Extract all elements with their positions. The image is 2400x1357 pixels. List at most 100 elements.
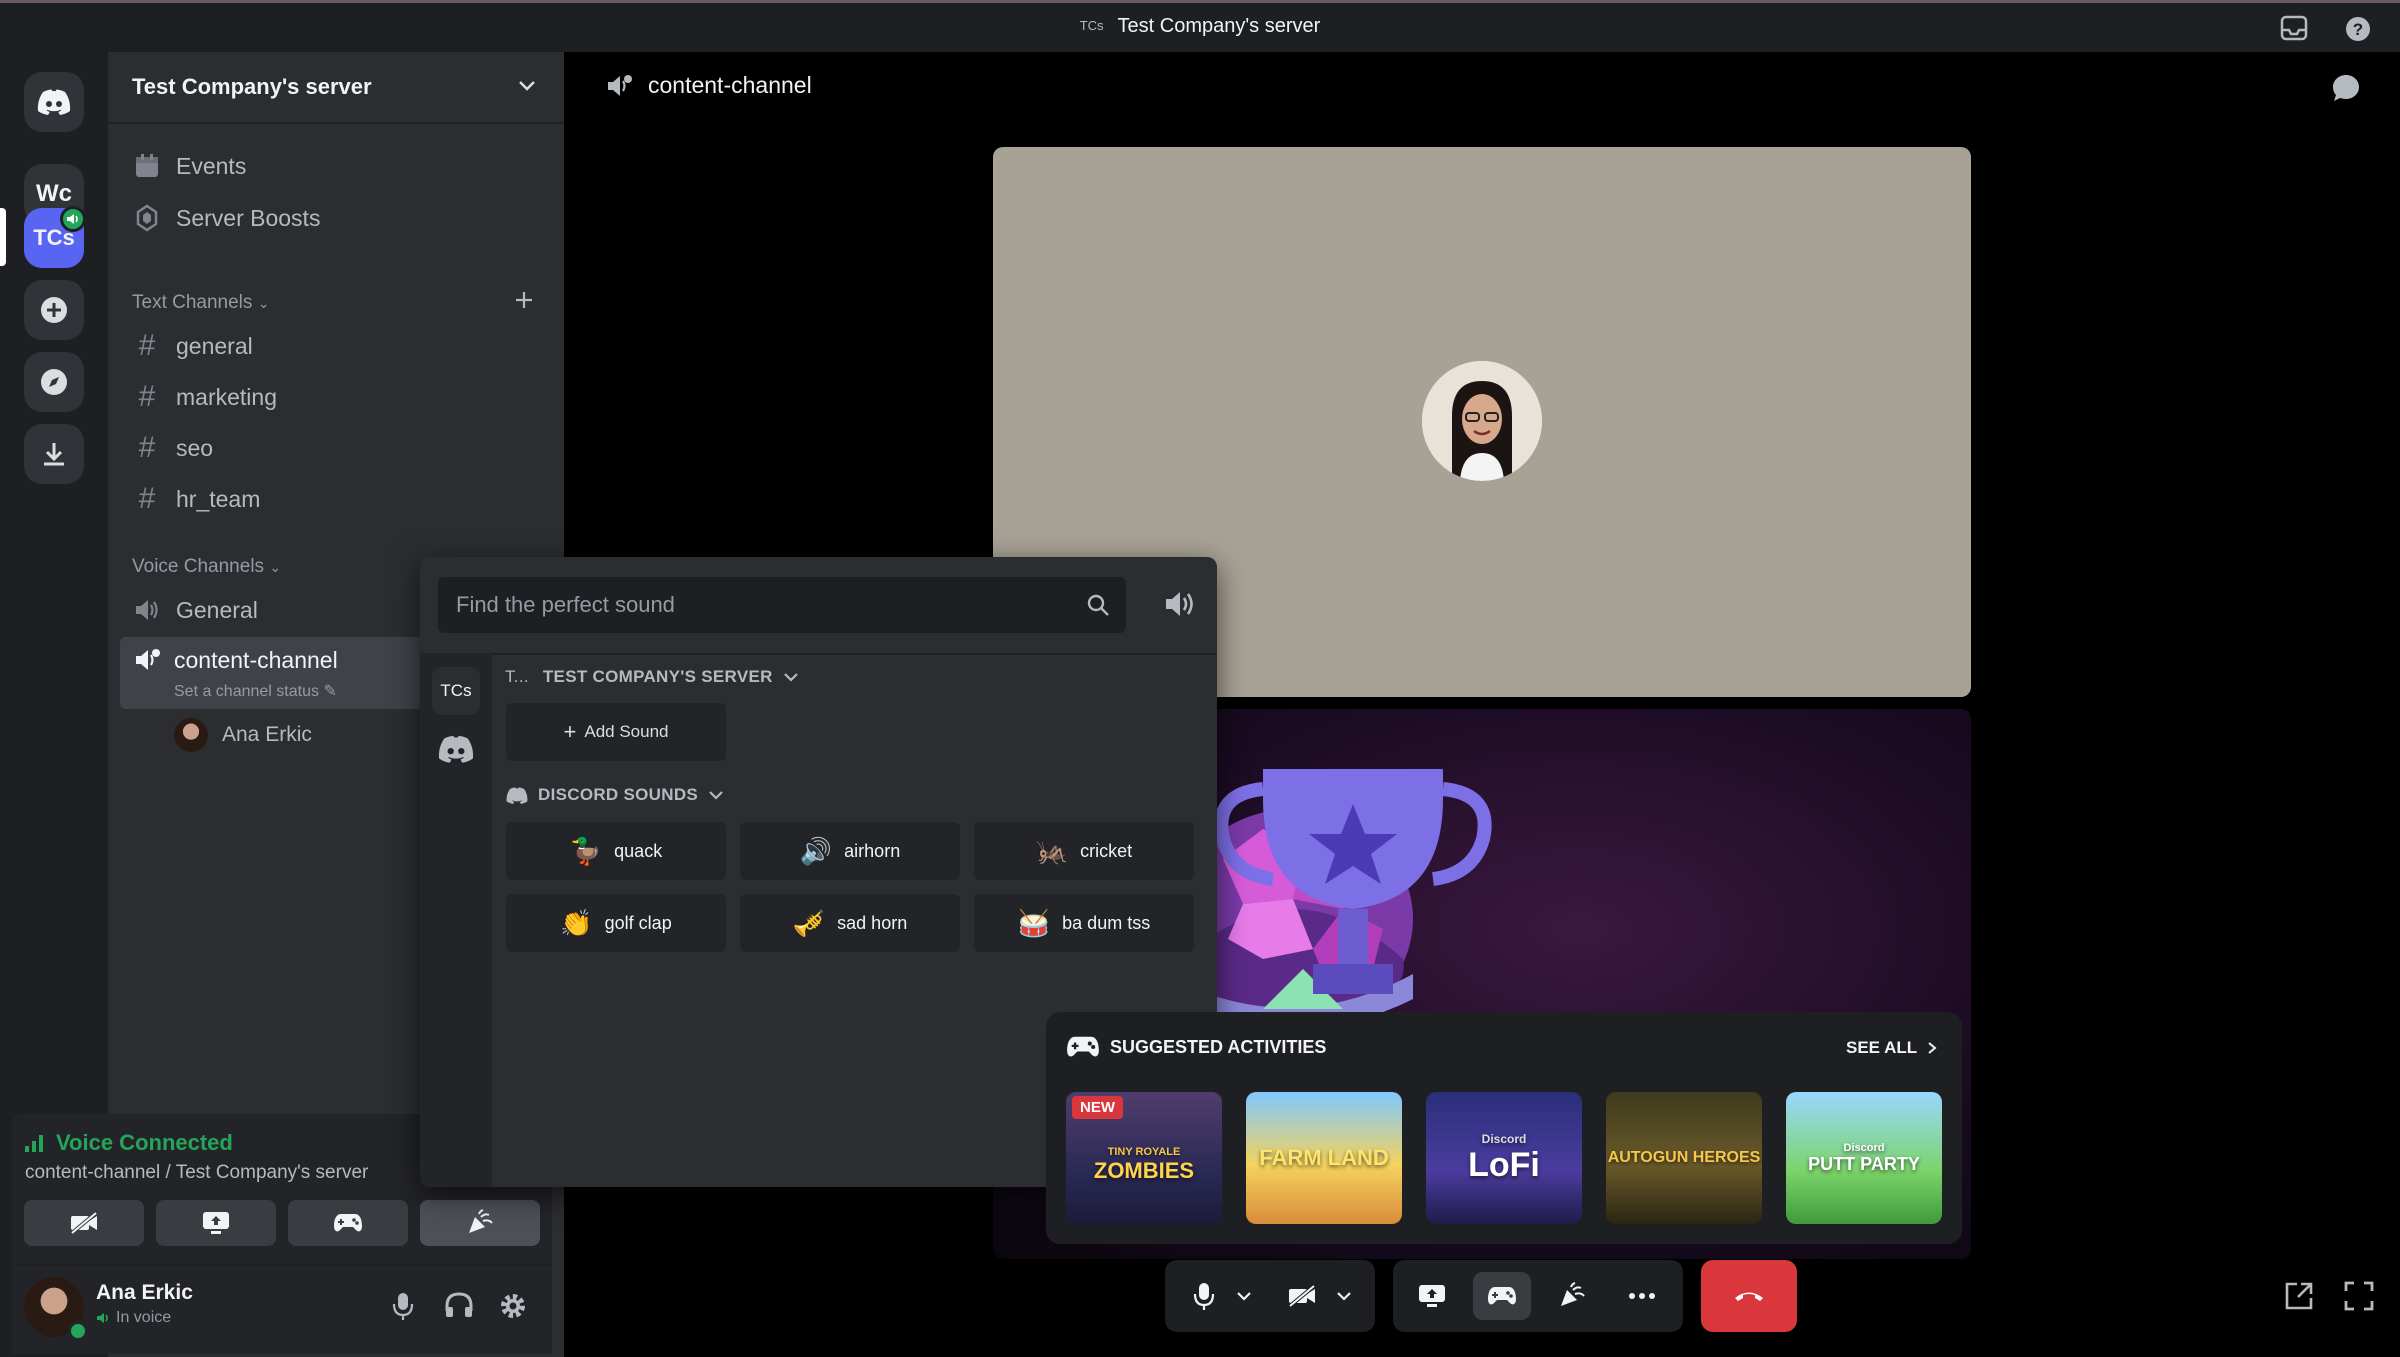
server-sounds-tab-label: TCs: [440, 681, 472, 700]
activities-button[interactable]: [1473, 1272, 1531, 1320]
activity-card-autogun-heroes[interactable]: AUTOGUN HEROES: [1606, 1092, 1762, 1224]
duck-icon: 🦆: [569, 835, 603, 866]
download-apps-button[interactable]: [24, 424, 84, 484]
volume-icon[interactable]: [1164, 589, 1198, 619]
channel-seo-label: seo: [176, 434, 214, 461]
camera-options-button[interactable]: [1329, 1272, 1359, 1320]
channel-general-label: general: [176, 332, 253, 359]
server-sounds-section-header[interactable]: T... TEST COMPANY'S SERVER: [505, 667, 799, 687]
camera-off-icon: [1287, 1284, 1317, 1308]
activities-header: SUGGESTED ACTIVITIES: [1066, 1034, 1326, 1060]
sound-golf-clap-button[interactable]: 👏 golf clap: [506, 894, 726, 952]
discord-home-button[interactable]: [24, 72, 84, 132]
titlebar-title: Test Company's server: [1117, 15, 1321, 37]
activity-card-lofi[interactable]: Discord LoFi: [1426, 1092, 1582, 1224]
channel-hr-team-label: hr_team: [176, 485, 261, 512]
gear-icon[interactable]: [498, 1291, 528, 1321]
see-all-link[interactable]: SEE ALL: [1846, 1038, 1937, 1058]
more-options-button[interactable]: [1613, 1272, 1671, 1320]
add-channel-icon[interactable]: [514, 290, 534, 310]
share-screen-button[interactable]: [156, 1200, 276, 1246]
plus-icon: +: [563, 719, 577, 744]
search-icon[interactable]: [1086, 593, 1110, 617]
mic-options-button[interactable]: [1229, 1272, 1259, 1320]
channel-marketing[interactable]: # marketing: [132, 375, 277, 419]
voice-location-label[interactable]: content-channel / Test Company's server: [25, 1162, 368, 1184]
speaker-activity-icon: [606, 73, 634, 99]
sound-sad-horn-button[interactable]: 🎺 sad horn: [740, 894, 960, 952]
sound-golf-clap-label: golf clap: [604, 912, 672, 933]
voice-status-row[interactable]: Voice Connected: [24, 1130, 233, 1156]
disconnect-button[interactable]: [1701, 1260, 1797, 1332]
participant-avatar: [1422, 361, 1542, 481]
chevron-down-icon: [1336, 1291, 1352, 1301]
sound-airhorn-label: airhorn: [844, 840, 901, 861]
sound-cricket-label: cricket: [1080, 840, 1133, 861]
activity-card-zombies[interactable]: NEW TINY ROYALE ZOMBIES: [1066, 1092, 1222, 1224]
server-tcs-button[interactable]: TCs: [24, 206, 86, 268]
text-channels-category[interactable]: Text Channels ⌄: [132, 292, 269, 314]
activity-card-putt-party[interactable]: Discord PUTT PARTY: [1786, 1092, 1942, 1224]
voice-channel-general[interactable]: General: [132, 588, 258, 632]
activities-button[interactable]: [288, 1200, 408, 1246]
channel-hr-team[interactable]: # hr_team: [132, 477, 261, 521]
sound-search-input[interactable]: [456, 577, 1056, 633]
events-item[interactable]: Events: [132, 144, 246, 188]
see-all-label: SEE ALL: [1846, 1038, 1918, 1057]
events-label: Events: [176, 152, 247, 179]
microphone-button[interactable]: [1175, 1272, 1233, 1320]
server-wc-label: Wc: [36, 180, 72, 207]
activity-title: LoFi: [1468, 1145, 1540, 1184]
camera-button[interactable]: [1273, 1272, 1331, 1320]
sound-sad-horn-label: sad horn: [837, 912, 908, 933]
discover-button[interactable]: [24, 352, 84, 412]
microphone-icon[interactable]: [392, 1291, 414, 1321]
text-channels-label: Text Channels: [132, 292, 253, 313]
add-server-button[interactable]: [24, 280, 84, 340]
voice-channels-category[interactable]: Voice Channels ⌄: [132, 556, 281, 578]
compass-icon: [39, 367, 69, 397]
channel-seo[interactable]: # seo: [132, 426, 213, 470]
mic-camera-controls: [1165, 1260, 1375, 1332]
discord-logo-icon[interactable]: [438, 735, 474, 763]
soundboard-button[interactable]: [420, 1200, 540, 1246]
popup-divider: [420, 653, 1217, 655]
activity-card-farm-land[interactable]: FARM LAND: [1246, 1092, 1402, 1224]
online-status-dot: [68, 1321, 88, 1341]
gamepad-icon: [1066, 1034, 1100, 1060]
user-status-label: In voice: [116, 1309, 172, 1326]
inbox-icon[interactable]: [2280, 15, 2308, 41]
server-section-label: TEST COMPANY'S SERVER: [542, 667, 773, 686]
channel-status-link[interactable]: Set a channel status ✎: [174, 681, 337, 701]
speaker-activity-icon: [134, 647, 162, 673]
channel-marketing-label: marketing: [176, 383, 277, 410]
chat-bubble-icon[interactable]: [2330, 72, 2362, 104]
sound-airhorn-button[interactable]: 🔊 airhorn: [740, 822, 960, 880]
channel-general[interactable]: # general: [132, 324, 253, 368]
voice-member-row[interactable]: Ana Erkic: [174, 718, 312, 752]
sound-cricket-button[interactable]: 🦗 cricket: [974, 822, 1194, 880]
toggle-camera-button[interactable]: [24, 1200, 144, 1246]
server-sounds-tab[interactable]: TCs: [432, 667, 480, 715]
headphones-icon[interactable]: [444, 1291, 474, 1319]
server-section-prefix: T...: [505, 667, 529, 686]
sound-quack-button[interactable]: 🦆 quack: [506, 822, 726, 880]
popout-icon[interactable]: [2283, 1280, 2315, 1312]
voice-channels-label: Voice Channels: [132, 556, 265, 577]
server-header[interactable]: Test Company's server: [108, 52, 564, 124]
channel-title: content-channel: [648, 72, 812, 98]
server-boosts-item[interactable]: Server Boosts: [132, 196, 320, 240]
add-sound-button[interactable]: + Add Sound: [506, 703, 726, 761]
cricket-icon: 🦗: [1035, 835, 1069, 866]
fullscreen-icon[interactable]: [2343, 1280, 2375, 1312]
soundboard-button[interactable]: [1543, 1272, 1601, 1320]
share-screen-button[interactable]: [1403, 1272, 1461, 1320]
pencil-icon: ✎: [323, 683, 337, 700]
discord-sounds-section-header[interactable]: DISCORD SOUNDS: [506, 785, 724, 805]
sound-ba-dum-tss-button[interactable]: 🥁 ba dum tss: [974, 894, 1194, 952]
help-icon[interactable]: ?: [2344, 15, 2372, 43]
clap-icon: 👏: [560, 907, 593, 938]
voice-channel-content-label: content-channel: [174, 647, 338, 673]
titlebar-server-badge: TCs: [1079, 18, 1104, 33]
user-panel: Ana Erkic In voice: [12, 1264, 552, 1354]
